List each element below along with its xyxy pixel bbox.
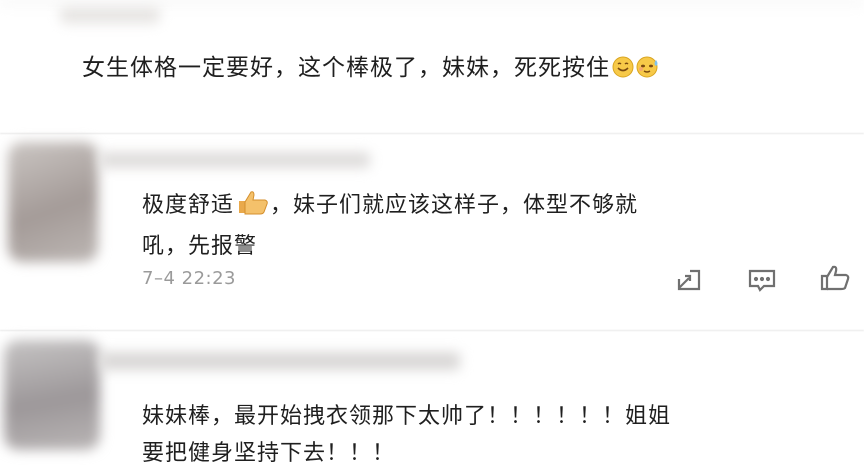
username-3-blurred bbox=[100, 352, 460, 370]
comment-3-line-1: 妹妹棒，最开始拽衣领那下太帅了！！！！！！姐姐 bbox=[142, 398, 671, 430]
sweat-smile-emoji-icon bbox=[636, 56, 660, 84]
blurred-header-strip bbox=[0, 0, 864, 4]
comment-2-line-2: 吼，先报警 bbox=[142, 228, 257, 260]
comment-2-text-b: ，妹子们就应该这样子，体型不够就 bbox=[270, 193, 639, 218]
thumbs-up-emoji-icon bbox=[236, 189, 270, 221]
comment-1-text: 女生体格一定要好，这个棒极了，妹妹，死死按住 bbox=[82, 48, 660, 84]
comment-3-text-a: 妹妹棒，最开始拽衣领那下太帅了！！！！！！姐姐 bbox=[142, 404, 672, 429]
blurred-username-top bbox=[60, 6, 160, 24]
avatar-2-blurred bbox=[8, 142, 98, 262]
comment-icon bbox=[748, 269, 776, 292]
like-button[interactable] bbox=[818, 264, 852, 292]
comment-3-text-b: 要把健身坚持下去！！！ bbox=[142, 441, 396, 466]
comment-2-line-1: 极度舒适 ，妹子们就应该这样子，体型不够就 bbox=[142, 187, 638, 221]
username-2-blurred bbox=[100, 152, 370, 168]
smile-emoji-icon bbox=[612, 56, 634, 84]
comment-2-timestamp: 7–4 22:23 bbox=[142, 268, 236, 289]
avatar-3-blurred bbox=[4, 340, 100, 450]
comment-2-text-a: 极度舒适 bbox=[142, 193, 235, 218]
share-icon bbox=[677, 269, 701, 291]
comment-button[interactable] bbox=[745, 266, 779, 294]
comment-3-line-2: 要把健身坚持下去！！！ bbox=[142, 435, 395, 467]
comment-2-text-c: 吼，先报警 bbox=[142, 234, 258, 259]
timestamp-value: 7–4 22:23 bbox=[142, 268, 236, 289]
like-icon bbox=[820, 265, 850, 291]
comment-1-body: 女生体格一定要好，这个棒极了，妹妹，死死按住 bbox=[82, 55, 610, 81]
divider-2 bbox=[0, 330, 864, 331]
share-button[interactable] bbox=[672, 266, 706, 294]
divider-1 bbox=[0, 133, 864, 134]
